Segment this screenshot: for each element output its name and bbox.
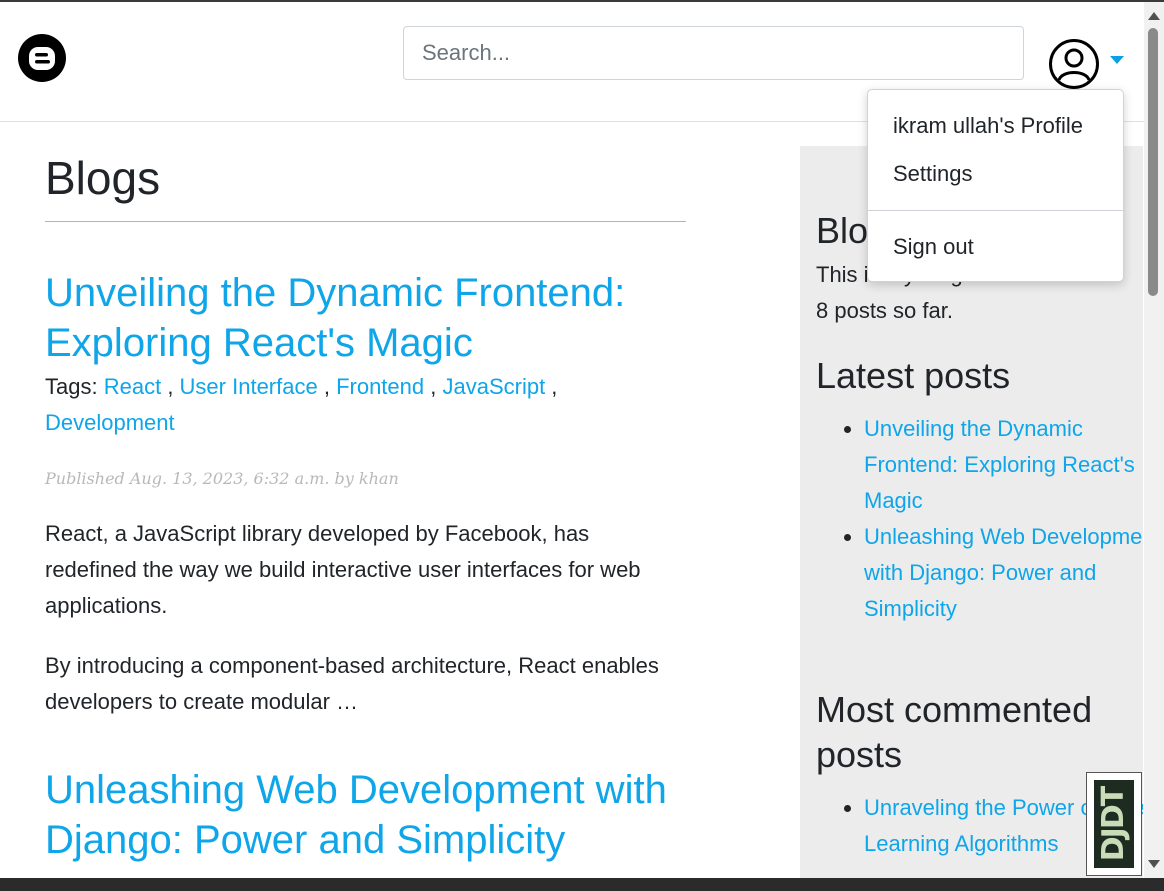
tag-link[interactable]: User Interface <box>180 374 318 399</box>
latest-posts-list: Unveiling the Dynamic Frontend: Explorin… <box>816 411 1143 627</box>
scrollbar-thumb[interactable] <box>1148 28 1158 296</box>
sidebar-most-commented-heading: Most commented posts <box>816 689 1093 775</box>
menu-item-profile[interactable]: ikram ullah's Profile <box>868 104 1123 148</box>
menu-divider <box>868 210 1123 211</box>
post-excerpt-paragraph: By introducing a component-based archite… <box>45 653 659 714</box>
sidebar-post-count: 8 posts so far. <box>816 298 953 323</box>
menu-item-settings[interactable]: Settings <box>868 152 1123 196</box>
user-circle-icon[interactable] <box>1048 38 1100 90</box>
taskbar-strip <box>0 878 1164 891</box>
latest-post-link[interactable]: Unleashing Web Development with Django: … <box>864 524 1143 621</box>
caret-down-icon[interactable] <box>1110 56 1124 64</box>
menu-item-sign-out[interactable]: Sign out <box>868 225 1123 269</box>
list-item: Unleashing Web Development with Django: … <box>864 519 1143 627</box>
tag-link[interactable]: Frontend <box>336 374 424 399</box>
post-published-date: Published Aug. 13, 2023, 6:32 a.m. by kh… <box>45 469 399 488</box>
title-divider <box>45 221 686 222</box>
scroll-down-arrow-icon[interactable] <box>1148 860 1160 868</box>
tag-link[interactable]: Development <box>45 410 175 435</box>
tags-label: Tags: <box>45 374 98 399</box>
sidebar-latest-heading: Latest posts <box>816 355 1011 396</box>
blogger-logo-icon[interactable] <box>18 34 66 82</box>
post-tags: Tags: React , User Interface , Frontend … <box>45 374 558 435</box>
latest-post-link[interactable]: Unveiling the Dynamic Frontend: Explorin… <box>864 416 1135 513</box>
vertical-scrollbar[interactable] <box>1144 2 1164 878</box>
page-title: Blogs <box>45 152 161 204</box>
tag-link[interactable]: JavaScript <box>442 374 545 399</box>
post-title-link[interactable]: Unveiling the Dynamic Frontend: Explorin… <box>45 268 690 368</box>
search-input[interactable] <box>403 26 1024 80</box>
list-item: Unveiling the Dynamic Frontend: Explorin… <box>864 411 1143 519</box>
djdt-label: DJDT <box>1096 787 1132 861</box>
scroll-up-arrow-icon[interactable] <box>1148 12 1160 20</box>
django-debug-toolbar-handle[interactable]: DJDT <box>1086 772 1142 876</box>
user-dropdown-menu: ikram ullah's Profile Settings Sign out <box>867 89 1124 282</box>
djdt-logo: DJDT <box>1094 780 1134 868</box>
post-excerpt-paragraph: React, a JavaScript library developed by… <box>45 521 641 618</box>
tag-link[interactable]: React <box>104 374 161 399</box>
post-title-link[interactable]: Unleashing Web Development with Django: … <box>45 765 690 865</box>
